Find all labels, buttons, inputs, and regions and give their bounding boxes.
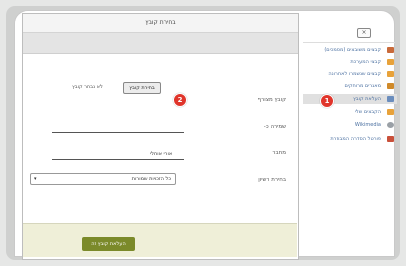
sidebar-item-upload-file[interactable]: העלאת קובץ bbox=[303, 94, 397, 104]
dialog-toolbar bbox=[23, 33, 298, 54]
sidebar-item-label: הקבצים שלי bbox=[354, 109, 381, 115]
repository-icon bbox=[387, 83, 394, 89]
upload-icon bbox=[387, 96, 394, 102]
step-two-badge: 2 bbox=[173, 93, 187, 107]
sidebar-item-label: העלאת קובץ bbox=[353, 96, 381, 102]
sidebar-item-label: פורטל הסדרה המבוזרת bbox=[330, 136, 381, 142]
sidebar-item-system-files[interactable]: קבצי המערכת bbox=[303, 57, 397, 67]
sidebar-item-embedded-files[interactable]: קבצים משובצים (מסמכים) bbox=[303, 45, 397, 55]
wikimedia-icon bbox=[387, 122, 394, 128]
no-file-chosen-text: לא נבחר קובץ bbox=[72, 84, 103, 90]
document-icon bbox=[387, 47, 394, 53]
close-button[interactable]: × bbox=[357, 28, 371, 38]
portal-icon bbox=[387, 136, 394, 142]
sidebar-item-recent-files[interactable]: קבצים שנשמרו לאחרונה bbox=[303, 69, 397, 79]
author-field[interactable] bbox=[52, 159, 184, 160]
upload-file-button[interactable]: העלאת קובץ זה bbox=[82, 237, 135, 251]
folder-icon bbox=[387, 109, 394, 115]
license-label: בחירת רשיון bbox=[258, 177, 286, 183]
sidebar-item-remote-repositories[interactable]: מאגרים מרוחקים bbox=[303, 81, 397, 91]
author-value: אורי אוחלי bbox=[150, 151, 173, 157]
author-label: מחבר bbox=[272, 150, 286, 156]
sidebar-item-label: מאגרים מרוחקים bbox=[344, 83, 381, 89]
step-one-badge: 1 bbox=[320, 94, 334, 108]
sidebar-item-wikimedia[interactable]: Wikimedia bbox=[303, 120, 397, 130]
sidebar-item-label: Wikimedia bbox=[354, 122, 381, 128]
sidebar-item-my-files[interactable]: הקבצים שלי bbox=[303, 107, 397, 117]
sidebar-divider bbox=[303, 42, 395, 43]
dialog-footer bbox=[23, 223, 297, 257]
sidebar-item-label: קבצים שנשמרו לאחרונה bbox=[328, 71, 381, 77]
license-select[interactable]: כל הזכויות שמורות ▾ bbox=[30, 173, 176, 185]
sidebar-item-label: קבצים משובצים (מסמכים) bbox=[324, 47, 381, 53]
save-as-label: שמירה כ- bbox=[263, 124, 286, 130]
choose-file-button[interactable]: בחירת קובץ bbox=[123, 82, 161, 94]
folder-icon bbox=[387, 59, 394, 65]
chevron-down-icon: ▾ bbox=[34, 176, 37, 182]
sidebar-item-label: קבצי המערכת bbox=[350, 59, 381, 65]
folder-icon bbox=[387, 71, 394, 77]
dialog-title: בחירת קובץ bbox=[23, 14, 298, 33]
sidebar-item-portal[interactable]: פורטל הסדרה המבוזרת bbox=[303, 134, 397, 144]
license-selected-value: כל הזכויות שמורות bbox=[131, 176, 171, 182]
file-label: קובץ מצורף bbox=[257, 97, 286, 103]
save-as-field[interactable] bbox=[52, 132, 184, 133]
